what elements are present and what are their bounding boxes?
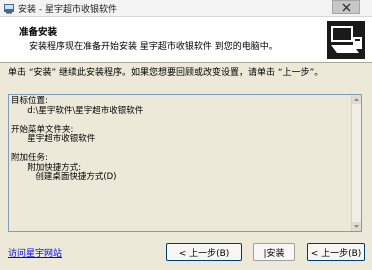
scroll-up-button[interactable] [352,95,361,104]
computer-install-icon [327,21,365,59]
instruction-text: 单击 “安装” 继续此安装程序。如果您想要回顾或改变设置，请单击 “上一步”。 [8,68,324,78]
settings-summary-text: 目标位置: d:\星宇软件\星宇超市收银软件 开始菜单文件夹: 星宇超市收银软件… [11,96,144,182]
back-button[interactable]: < 上一步(B) [166,243,242,261]
page-title: 准备安装 [19,27,58,38]
arrow-up-icon [354,98,359,101]
settings-summary-box[interactable]: 目标位置: d:\星宇软件\星宇超市收银软件 开始菜单文件夹: 星宇超市收银软件… [8,94,362,232]
close-button[interactable] [332,0,360,14]
page-subtitle: 安装程序现在准备开始安装 星宇超市收银软件 到您的电脑中。 [29,42,278,52]
wizard-header: 准备安装 安装程序现在准备开始安装 星宇超市收银软件 到您的电脑中。 [0,17,372,63]
arrow-down-icon [354,225,359,228]
visit-website-link[interactable]: 访问星宇网站 [8,246,62,259]
scroll-down-button[interactable] [352,222,361,231]
close-icon [342,3,350,11]
title-bar: 安装 - 星宇超市收银软件 [0,0,372,17]
installer-window: 安装 - 星宇超市收银软件 准备安装 安装程序现在准备开始安装 星宇超市收银软件… [0,0,372,270]
install-button[interactable]: |安装 [253,243,295,261]
cancel-button[interactable]: < 上一步(B) [307,243,365,261]
window-title: 安装 - 星宇超市收银软件 [18,5,117,15]
app-icon [4,4,14,14]
vertical-scrollbar[interactable] [351,95,361,231]
